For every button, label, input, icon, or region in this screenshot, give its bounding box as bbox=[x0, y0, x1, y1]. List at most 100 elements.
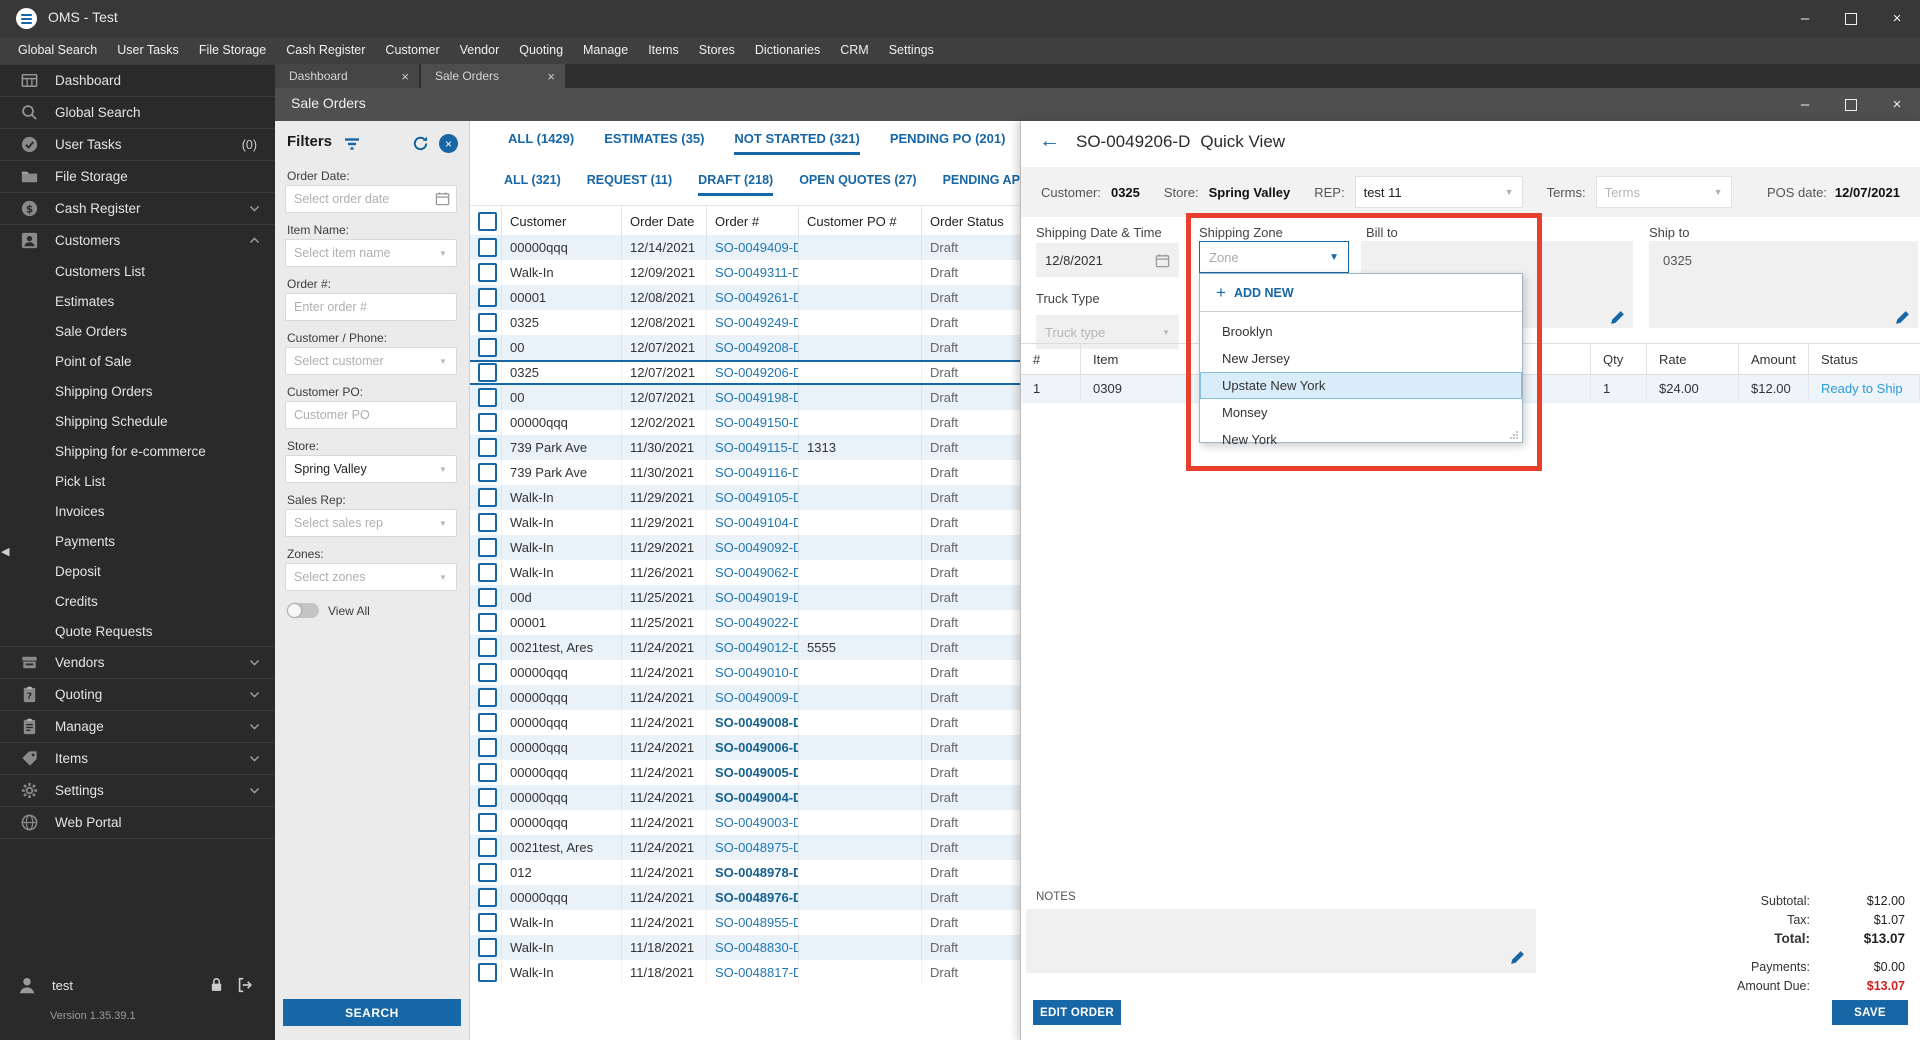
sidebar-item[interactable]: Estimates bbox=[0, 286, 275, 316]
sidebar-item[interactable]: Point of Sale bbox=[0, 346, 275, 376]
order-link[interactable]: SO-0048976-D bbox=[715, 890, 798, 905]
order-link[interactable]: SO-0049206-D bbox=[715, 365, 798, 380]
status-tab[interactable]: REQUEST (11) bbox=[587, 173, 672, 196]
row-checkbox[interactable] bbox=[478, 538, 497, 557]
row-checkbox[interactable] bbox=[478, 863, 497, 882]
row-checkbox[interactable] bbox=[478, 638, 497, 657]
sidebar-item[interactable]: Quote Requests bbox=[0, 616, 275, 646]
row-checkbox[interactable] bbox=[478, 338, 497, 357]
sidebar-item[interactable]: Cash Register bbox=[0, 192, 275, 224]
row-checkbox[interactable] bbox=[478, 963, 497, 982]
close-tab-icon[interactable]: × bbox=[547, 69, 555, 84]
row-checkbox[interactable] bbox=[478, 413, 497, 432]
sidebar-item[interactable]: Sale Orders bbox=[0, 316, 275, 346]
row-checkbox[interactable] bbox=[478, 488, 497, 507]
sidebar-item[interactable]: Payments bbox=[0, 526, 275, 556]
sidebar-item[interactable]: Pick List bbox=[0, 466, 275, 496]
order-link[interactable]: SO-0049022-D bbox=[715, 615, 798, 630]
rep-select[interactable]: test 11 ▼ bbox=[1354, 176, 1523, 208]
sidebar-item[interactable]: Shipping Schedule bbox=[0, 406, 275, 436]
order-link[interactable]: SO-0049003-D bbox=[715, 815, 798, 830]
customer-po-input[interactable] bbox=[285, 401, 457, 429]
row-checkbox[interactable] bbox=[478, 813, 497, 832]
zone-option[interactable]: New York bbox=[1200, 426, 1522, 453]
order-link[interactable]: SO-0049009-D bbox=[715, 690, 798, 705]
row-checkbox[interactable] bbox=[478, 613, 497, 632]
lock-icon[interactable] bbox=[208, 976, 225, 993]
menu-item[interactable]: Vendor bbox=[450, 37, 510, 64]
edit-order-button[interactable]: EDIT ORDER bbox=[1033, 1000, 1121, 1025]
shipping-date-input[interactable]: 12/8/2021 bbox=[1036, 243, 1179, 277]
menu-item[interactable]: Stores bbox=[689, 37, 745, 64]
menu-item[interactable]: File Storage bbox=[189, 37, 276, 64]
menu-item[interactable]: Manage bbox=[573, 37, 638, 64]
order-link[interactable]: SO-0048955-D bbox=[715, 915, 798, 930]
status-tab[interactable]: NOT STARTED (321) bbox=[734, 131, 860, 155]
notes-box[interactable] bbox=[1026, 909, 1536, 973]
order-link[interactable]: SO-0049311-D bbox=[715, 265, 798, 280]
order-link[interactable]: SO-0048978-D bbox=[715, 865, 798, 880]
save-button[interactable]: SAVE bbox=[1832, 1000, 1908, 1025]
edit-ship-to-pencil-icon[interactable] bbox=[1894, 309, 1911, 326]
order-link[interactable]: SO-0049150-D bbox=[715, 415, 798, 430]
order-link[interactable]: SO-0049006-D bbox=[715, 740, 798, 755]
search-button[interactable]: SEARCH bbox=[283, 999, 461, 1026]
row-checkbox[interactable] bbox=[478, 313, 497, 332]
clear-filters-icon[interactable]: × bbox=[439, 134, 458, 153]
status-tab[interactable]: ALL (321) bbox=[504, 173, 561, 196]
document-tab[interactable]: Dashboard × bbox=[275, 64, 419, 88]
sidebar-item[interactable]: Items bbox=[0, 742, 275, 774]
sales-rep-input[interactable] bbox=[285, 509, 457, 537]
sidebar-item[interactable]: File Storage bbox=[0, 160, 275, 192]
zone-option[interactable]: Brooklyn bbox=[1200, 318, 1522, 345]
sidebar-item[interactable]: Customers bbox=[0, 224, 275, 256]
sidebar-item[interactable]: Customers List bbox=[0, 256, 275, 286]
order-number-input[interactable] bbox=[285, 293, 457, 321]
sidebar-item[interactable]: Manage bbox=[0, 710, 275, 742]
menu-item[interactable]: Global Search bbox=[8, 37, 107, 64]
zone-option[interactable]: Upstate New York bbox=[1200, 372, 1522, 399]
row-checkbox[interactable] bbox=[478, 288, 497, 307]
order-link[interactable]: SO-0049208-D bbox=[715, 340, 798, 355]
sidebar-item[interactable]: Shipping Orders bbox=[0, 376, 275, 406]
order-link[interactable]: SO-0049249-D bbox=[715, 315, 798, 330]
status-tab[interactable]: OPEN QUOTES (27) bbox=[799, 173, 916, 196]
collapse-sidebar-icon[interactable]: ◀ bbox=[1, 545, 9, 558]
status-tab[interactable]: DRAFT (218) bbox=[698, 173, 774, 196]
toggle-switch[interactable] bbox=[287, 603, 319, 618]
menu-item[interactable]: Items bbox=[638, 37, 689, 64]
order-link[interactable]: SO-0049116-D bbox=[715, 465, 798, 480]
sidebar-item[interactable]: Global Search bbox=[0, 96, 275, 128]
minimize-icon[interactable]: – bbox=[1782, 0, 1828, 37]
order-link[interactable]: SO-0049104-D bbox=[715, 515, 798, 530]
order-link[interactable]: SO-0049008-D bbox=[715, 715, 798, 730]
order-link[interactable]: SO-0049005-D bbox=[715, 765, 798, 780]
row-checkbox[interactable] bbox=[478, 788, 497, 807]
logout-icon[interactable] bbox=[236, 976, 254, 994]
row-checkbox[interactable] bbox=[478, 463, 497, 482]
status-tab[interactable]: PENDING PO (201) bbox=[890, 131, 1006, 155]
row-checkbox[interactable] bbox=[478, 838, 497, 857]
close-icon[interactable]: × bbox=[1874, 88, 1920, 121]
menu-item[interactable]: Customer bbox=[375, 37, 449, 64]
row-checkbox[interactable] bbox=[478, 388, 497, 407]
order-link[interactable]: SO-0049012-D bbox=[715, 640, 798, 655]
add-new-zone-button[interactable]: + ADD NEW bbox=[1200, 274, 1522, 312]
status-tab[interactable]: ALL (1429) bbox=[508, 131, 574, 155]
restore-icon[interactable] bbox=[1828, 88, 1874, 121]
item-status-link[interactable]: Ready to Ship bbox=[1809, 375, 1920, 402]
order-link[interactable]: SO-0048975-D bbox=[715, 840, 798, 855]
order-link[interactable]: SO-0048817-D bbox=[715, 965, 798, 980]
order-date-input[interactable] bbox=[285, 185, 457, 213]
order-link[interactable]: SO-0049261-D bbox=[715, 290, 798, 305]
customer-phone-input[interactable] bbox=[285, 347, 457, 375]
order-link[interactable]: SO-0049019-D bbox=[715, 590, 798, 605]
row-checkbox[interactable] bbox=[478, 363, 497, 382]
sidebar-item[interactable]: Settings bbox=[0, 774, 275, 806]
resize-grip-icon[interactable] bbox=[1509, 430, 1519, 440]
zone-option[interactable]: New Jersey bbox=[1200, 345, 1522, 372]
document-tab[interactable]: Sale Orders × bbox=[421, 64, 565, 88]
row-checkbox[interactable] bbox=[478, 438, 497, 457]
order-link[interactable]: SO-0048830-D bbox=[715, 940, 798, 955]
row-checkbox[interactable] bbox=[478, 563, 497, 582]
